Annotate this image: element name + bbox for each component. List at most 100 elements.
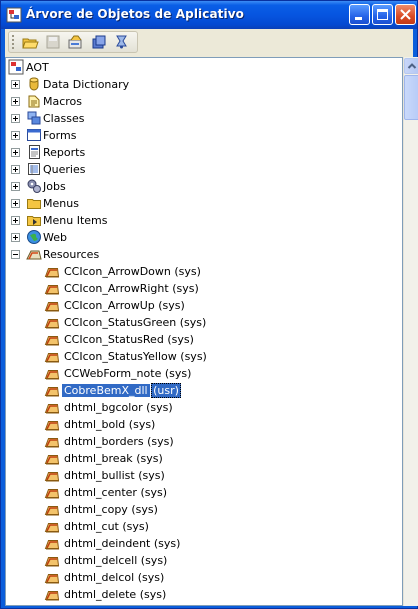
resource-layer: (sys) — [179, 316, 207, 329]
collapse-icon[interactable] — [11, 250, 20, 259]
find-icon[interactable] — [113, 34, 131, 50]
tree-node-label: Web — [43, 231, 67, 244]
open-icon[interactable] — [21, 34, 39, 50]
resource-layer: (sys) — [158, 299, 185, 312]
tree-root-label: AOT — [26, 61, 49, 74]
resource-layer: (sys) — [139, 588, 167, 601]
resource-layer: (sys) — [137, 571, 165, 584]
resource-item-icon — [44, 314, 60, 330]
resource-layer: (sys) — [140, 554, 168, 567]
aot-root-icon — [8, 59, 24, 75]
menu-folder-icon — [26, 195, 42, 211]
expand-icon[interactable] — [11, 216, 20, 225]
resource-item-label: dhtml_copy (sys) — [64, 501, 158, 518]
expand-icon[interactable] — [11, 182, 20, 191]
tree-node-label: Reports — [43, 146, 86, 159]
resource-item-icon — [44, 331, 60, 347]
resource-layer: (sys) — [131, 503, 158, 516]
resource-item-icon — [44, 365, 60, 381]
resource-name: dhtml_delete — [64, 588, 137, 601]
resource-item-label: dhtml_delcell (sys) — [64, 552, 167, 569]
compile-icon[interactable] — [90, 34, 108, 50]
tree-node-label: Data Dictionary — [43, 78, 130, 91]
window-client: AOT Data Dictionary Macros Classes Forms Rep… — [5, 29, 418, 606]
resource-layer: (sys) — [147, 435, 174, 448]
resource-name: dhtml_break — [64, 452, 133, 465]
vertical-scrollbar[interactable] — [403, 57, 418, 606]
minimize-button[interactable] — [349, 4, 370, 25]
tree-node-label: Queries — [43, 163, 86, 176]
resource-item-icon — [44, 297, 60, 313]
tree-node-label: Forms — [43, 129, 77, 142]
expand-icon[interactable] — [11, 148, 20, 157]
aot-tree[interactable]: AOT Data Dictionary Macros Classes Forms Rep… — [5, 57, 403, 606]
menu-items-icon — [26, 212, 42, 228]
resource-item-label: dhtml_bullist (sys) — [64, 467, 165, 484]
resource-layer: (sys) — [167, 333, 194, 346]
resource-item-icon — [44, 535, 60, 551]
resource-name: dhtml_bgcolor — [64, 401, 143, 414]
resource-layer: (sys) — [146, 401, 173, 414]
resource-item-label: dhtml_bgcolor (sys) — [64, 399, 173, 416]
job-icon — [26, 178, 42, 194]
resource-item-icon — [44, 382, 60, 398]
expand-icon[interactable] — [11, 165, 20, 174]
save-icon[interactable] — [44, 34, 62, 50]
resource-item-label: dhtml_bold (sys) — [64, 416, 155, 433]
resource-item-icon — [44, 433, 60, 449]
resource-item-label: CCIcon_StatusGreen (sys) — [64, 314, 206, 331]
scroll-up-button[interactable] — [404, 58, 418, 74]
resource-layer: (sys) — [164, 367, 192, 380]
resources-icon — [26, 246, 42, 262]
query-icon — [26, 161, 42, 177]
scroll-thumb[interactable] — [404, 75, 418, 120]
resource-name: CCWebForm_note — [64, 367, 162, 380]
resource-layer: (sys) — [180, 350, 207, 363]
title-bar[interactable]: Árvore de Objetos de Aplicativo — [1, 1, 417, 29]
resource-item-label: dhtml_center (sys) — [64, 484, 167, 501]
resource-item-icon — [44, 416, 60, 432]
resource-item-label: CCIcon_ArrowUp (sys) — [64, 297, 185, 314]
resource-name: CobreBemX_dll — [62, 384, 150, 397]
resource-layer: (sys) — [153, 537, 181, 550]
macro-icon — [26, 93, 42, 109]
resource-item-icon — [44, 501, 60, 517]
expand-icon[interactable] — [11, 131, 20, 140]
resource-item-label: dhtml_delete (sys) — [64, 586, 166, 603]
resource-name: CCIcon_StatusRed — [64, 333, 164, 346]
expand-icon[interactable] — [11, 199, 20, 208]
resource-item-label: dhtml_deindent (sys) — [64, 535, 180, 552]
expand-icon[interactable] — [11, 97, 20, 106]
resource-item-icon — [44, 586, 60, 602]
resource-layer: (usr) — [151, 383, 181, 398]
resource-name: CCIcon_ArrowDown — [64, 265, 171, 278]
globe-icon — [26, 229, 42, 245]
properties-icon[interactable] — [67, 34, 85, 50]
toolbar-group — [8, 31, 138, 53]
window-title: Árvore de Objetos de Aplicativo — [26, 7, 244, 21]
resource-item-label: dhtml_cut (sys) — [64, 518, 149, 535]
resource-layer: (sys) — [172, 282, 199, 295]
resource-item-label: dhtml_break (sys) — [64, 450, 163, 467]
resource-item-icon — [44, 399, 60, 415]
resource-layer: (sys) — [138, 469, 165, 482]
resource-layer: (sys) — [140, 486, 167, 499]
resource-name: CCIcon_StatusGreen — [64, 316, 177, 329]
toolbar — [5, 29, 413, 55]
resource-item-icon — [44, 263, 60, 279]
resource-item-icon — [44, 518, 60, 534]
form-icon — [26, 127, 42, 143]
expand-icon[interactable] — [11, 80, 20, 89]
resource-item-icon — [44, 552, 60, 568]
tree-node-label: Jobs — [43, 180, 66, 193]
toolbar-grip[interactable] — [12, 35, 17, 49]
expand-icon[interactable] — [11, 114, 20, 123]
resource-layer: (sys) — [128, 418, 156, 431]
expand-icon[interactable] — [11, 233, 20, 242]
tree-node-label: Macros — [43, 95, 83, 108]
resource-item-icon — [44, 280, 60, 296]
aot-app-icon — [6, 7, 22, 23]
close-button[interactable] — [395, 4, 416, 25]
maximize-button[interactable] — [372, 4, 393, 25]
tree-node-label: Resources — [43, 248, 100, 261]
